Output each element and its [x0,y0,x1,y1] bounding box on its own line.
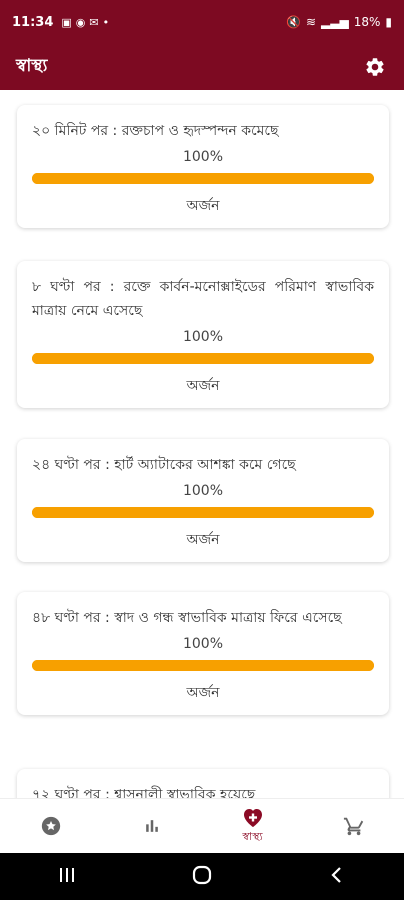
bar-chart-icon [145,820,158,832]
milestone-message: ৭২ ঘণ্টা পর : শ্বাসনালী স্বাভাবিক হয়েছে [32,787,256,798]
progress-bar [32,507,374,518]
battery-level: 18% [353,15,381,29]
notification-icons: ▣ ◉ ✉ • [61,16,109,29]
home-icon [192,865,212,884]
wifi-icon: ≋ [305,15,317,29]
mute-icon: 🔇 [286,15,301,29]
nav-shop[interactable] [303,799,404,853]
milestone-card: ২৪ ঘণ্টা পর : হার্ট অ্যাটাকের আশঙ্কা কমে… [17,439,389,562]
page-title: স্বাস্থ্য [16,56,48,76]
image-icon: ▣ [61,15,72,29]
nav-health-label: স্বাস্থ্য [242,829,263,843]
milestone-card: ২০ মিনিট পর : রক্তচাপ ও হৃদস্পন্দন কমেছে… [17,105,389,228]
nav-health[interactable]: স্বাস্থ্য [202,799,303,853]
milestone-status: অর্জন [186,378,220,394]
milestone-card: ৪৮ ঘণ্টা পর : স্বাদ ও গন্ধ স্বাভাবিক মাত… [17,592,389,715]
milestone-message: ২৪ ঘণ্টা পর : হার্ট অ্যাটাকের আশঙ্কা কমে… [32,457,296,473]
milestone-card: ৮ ঘণ্টা পর : রক্তে কার্বন-মনোক্সাইডের পর… [17,261,389,408]
home-button[interactable] [191,864,213,890]
recent-apps-icon [60,867,74,882]
milestone-message: ৮ ঘণ্টা পর : রক্তে কার্বন-মনোক্সাইডের পর… [32,279,374,319]
record-icon: ◉ [75,15,86,29]
progress-fill [32,660,374,671]
system-icons: 🔇 ≋ ▂▃▅ 18% ▮ [286,15,392,29]
progress-fill [32,507,374,518]
status-time: 11:34 [12,14,54,30]
milestone-percent: 100% [182,149,224,165]
settings-button[interactable] [362,54,388,80]
milestone-message: ২০ মিনিট পর : রক্তচাপ ও হৃদস্পন্দন কমেছে [32,123,279,139]
mail-icon: ✉ [89,15,99,29]
progress-bar [32,660,374,671]
system-nav-bar [0,853,404,900]
milestone-card: ৭২ ঘণ্টা পর : শ্বাসনালী স্বাভাবিক হয়েছে [17,769,389,798]
milestone-message: ৪৮ ঘণ্টা পর : স্বাদ ও গন্ধ স্বাভাবিক মাত… [32,610,342,626]
nav-stats[interactable] [101,799,202,853]
dot-icon: • [102,15,110,29]
nav-favorites[interactable] [0,799,101,853]
progress-bar [32,173,374,184]
progress-fill [32,173,374,184]
signal-icon: ▂▃▅ [321,15,349,29]
back-button[interactable] [327,865,347,889]
milestone-status: অর্জন [186,198,220,214]
milestone-percent: 100% [182,329,224,345]
status-bar: 11:34 ▣ ◉ ✉ • 🔇 ≋ ▂▃▅ 18% ▮ [0,0,404,44]
heart-plus-icon [243,808,262,827]
milestone-percent: 100% [182,636,224,652]
battery-icon: ▮ [385,15,392,29]
back-icon [331,866,341,883]
cart-icon [343,817,363,836]
milestone-status: অর্জন [186,532,220,548]
progress-bar [32,353,374,364]
milestone-percent: 100% [182,483,224,499]
progress-fill [32,353,374,364]
milestone-status: অর্জন [186,685,220,701]
star-circle-icon [41,816,60,836]
milestone-list[interactable]: ২০ মিনিট পর : রক্তচাপ ও হৃদস্পন্দন কমেছে… [0,90,404,798]
app-bar: স্বাস্থ্য [0,44,404,90]
recent-apps-button[interactable] [57,866,77,888]
bottom-nav: স্বাস্থ্য [0,798,404,853]
gear-icon [366,58,384,76]
